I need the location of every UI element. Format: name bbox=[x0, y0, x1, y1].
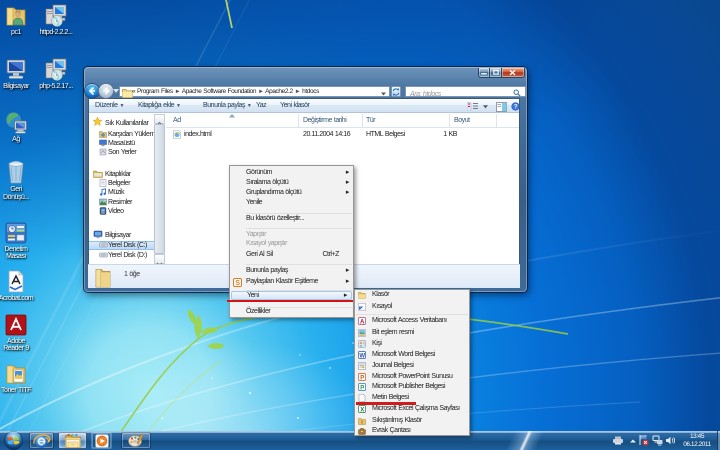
svg-text:X: X bbox=[360, 408, 364, 414]
svg-text:P: P bbox=[360, 375, 364, 381]
svg-text:W: W bbox=[359, 353, 365, 359]
svg-text:P: P bbox=[360, 386, 364, 392]
